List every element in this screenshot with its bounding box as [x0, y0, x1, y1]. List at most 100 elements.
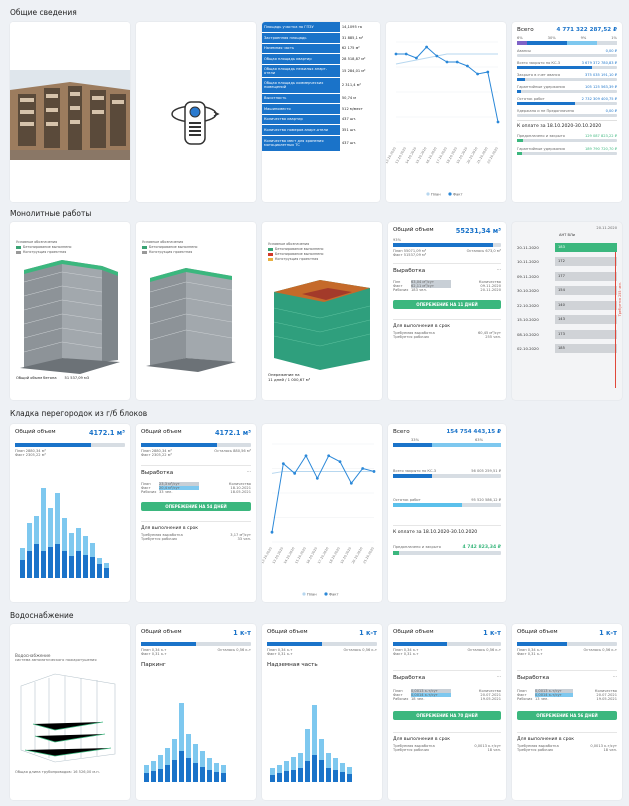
fact-series-line: [396, 46, 499, 123]
required-label: Требуется 255 чел.: [618, 282, 622, 317]
ant-row-bar: 172: [555, 257, 617, 266]
bar: [20, 548, 25, 578]
ahead-status-button[interactable]: ОПЕРЕЖЕНИЕ НА 70 ДНЕЙ: [393, 711, 501, 720]
fact-point: [404, 52, 408, 56]
monolith-volume-card: Общий объем 55231,34 м³ 93% План 55071,0…: [388, 222, 506, 400]
bar-plan-part: [326, 753, 331, 768]
bar: [305, 729, 310, 782]
bar-plan-part: [207, 758, 212, 770]
bar: [97, 558, 102, 578]
bar: [326, 753, 331, 782]
fact-point: [435, 54, 439, 58]
fact-point: [315, 476, 319, 480]
ant-row-bar: 173: [555, 329, 617, 339]
water-scheme-card[interactable]: Водоснабжение система автоматического по…: [10, 624, 130, 800]
property-key: Количество номеров апарт-отели: [262, 124, 340, 136]
finance-line-value: 0,00 ₽: [605, 109, 617, 113]
ahead-status-button[interactable]: ОПЕРЕЖЕНИЕ НА 56 ДНЕЙ: [517, 711, 617, 720]
monolith-model-card-2[interactable]: Условные обозначения Бетонирование выпол…: [136, 222, 256, 400]
fact-point: [466, 64, 469, 68]
ant-row-date: 22.10.2020: [517, 302, 539, 308]
bar: [291, 757, 296, 782]
finance-line-label: Всего закрыто по КС-3: [517, 61, 561, 65]
fact-point: [270, 530, 274, 534]
bar: [41, 488, 46, 578]
bar-plan-part: [151, 760, 156, 772]
bar-plan-part: [186, 734, 191, 758]
finance-line: Гарантийные удержания 105 125 563,39 ₽: [517, 85, 617, 93]
legend-fact-label: Факт: [329, 592, 339, 596]
property-value: 50,74 м: [339, 93, 380, 104]
property-row: Количество мест для хранения мотоциклетн…: [262, 135, 380, 152]
ant-row: 02.10.2020 185: [517, 343, 617, 355]
water-parking-bar-chart: [144, 686, 228, 782]
bar: [76, 528, 81, 578]
ant-row: 30.10.2020 154: [517, 285, 617, 297]
water-pipe-scheme[interactable]: [15, 666, 125, 766]
bar: [90, 543, 95, 578]
bar-plan-part: [62, 518, 67, 551]
bar-plan-part: [291, 757, 296, 770]
bar-plan-part: [104, 563, 109, 568]
fact-point: [327, 454, 331, 458]
bar-plan-part: [48, 508, 53, 547]
property-key: Общая площадь нежилых апарт-отели: [262, 64, 340, 78]
property-row: Общая площадь квартир 28 518,87 м²: [262, 53, 380, 65]
property-row: Застроенная площадь 31 885,1 м²: [262, 32, 380, 44]
legend-fact-label: Факт: [453, 192, 463, 196]
bar-plan-part: [179, 703, 184, 751]
legend-plan-label: План: [431, 192, 441, 196]
ant-row-date: 15.10.2020: [517, 317, 539, 322]
building-3d-model-1[interactable]: [10, 222, 130, 400]
volume-remain: Осталось 673,0 м³: [466, 249, 501, 253]
property-value: 512 м/мест: [339, 103, 380, 115]
bar-plan-part: [333, 758, 338, 770]
finance-total-label: Всего: [517, 27, 534, 33]
vr-360-icon[interactable]: [136, 22, 256, 202]
water-parking-card: Общий объем 1 к-т План 0,34 к-т Осталось 0…: [136, 624, 256, 800]
volume-fact: Факт 51537,09 м³: [393, 253, 427, 257]
ant-row-bar: 185: [555, 344, 617, 353]
fact-point: [455, 60, 459, 64]
model-caption-1: Общий объем бетона 51 537,09 м3: [16, 376, 89, 380]
property-value: 437 шт.: [339, 114, 380, 125]
ant-row-bar: 140: [555, 300, 617, 310]
ahead-status-button[interactable]: ОПЕРЕЖЕНИЕ НА 11 ДНЕЙ: [393, 300, 501, 309]
more-dots-icon[interactable]: ···: [497, 268, 501, 274]
fact-point: [349, 481, 353, 485]
panorama-360-card[interactable]: [136, 22, 256, 202]
ahead-status-button[interactable]: ОПЕРЕЖЕНИЕ НА 54 ДНЕЙ: [141, 502, 251, 511]
more-dots-icon[interactable]: ···: [613, 675, 617, 681]
property-row: Машиноместо 512 м/мест: [262, 103, 380, 115]
fact-point: [496, 120, 500, 124]
more-dots-icon[interactable]: ···: [247, 470, 251, 476]
bar-plan-part: [200, 751, 205, 767]
out-workers-value: 183 чел.: [411, 288, 427, 292]
finance-line: Авансы 0,00 ₽: [517, 49, 617, 57]
bar-plan-part: [319, 738, 324, 761]
ant-row-bar: 177: [555, 271, 617, 281]
legend-plan-label: План: [307, 592, 317, 596]
bar-plan-part: [221, 764, 226, 774]
ant-title: АНТ ВЛи: [558, 233, 575, 237]
fact-point: [445, 60, 449, 64]
water-output-card-1: Общий объем 1 к-т План 0,34 к-т Осталось 0…: [388, 624, 506, 800]
bar: [34, 516, 39, 578]
ant-row-date: 02.10.2020: [517, 346, 539, 351]
bar: [62, 518, 67, 578]
bar: [221, 764, 226, 782]
building-3d-model-2[interactable]: [136, 222, 256, 400]
finance-line-value: 105 125 563,39 ₽: [584, 85, 617, 89]
partitions-bar-card: Общий объем 4172.1 м³ План 2880,34 м³ Фак…: [10, 424, 130, 602]
section-title-partitions: Кладка перегородок из г/б блоков: [10, 409, 148, 418]
more-dots-icon[interactable]: ···: [497, 675, 501, 681]
monolith-model-card-3[interactable]: Условные обозначения Бетонирование выпол…: [262, 222, 382, 400]
ant-row: 10.11.2020 172: [517, 256, 617, 268]
property-key: Общая площадь квартир: [262, 53, 340, 65]
property-key: Застроенная площадь: [262, 32, 340, 44]
water-ground-bar-chart: [270, 686, 354, 782]
monolith-model-card-1[interactable]: Условные обозначения Бетонирование выпол…: [10, 222, 130, 400]
bar: [284, 760, 289, 782]
ant-row: 22.10.2020 140: [517, 299, 617, 311]
finance-line: Остаток работ 2 732 309 400,75 ₽: [517, 97, 617, 105]
